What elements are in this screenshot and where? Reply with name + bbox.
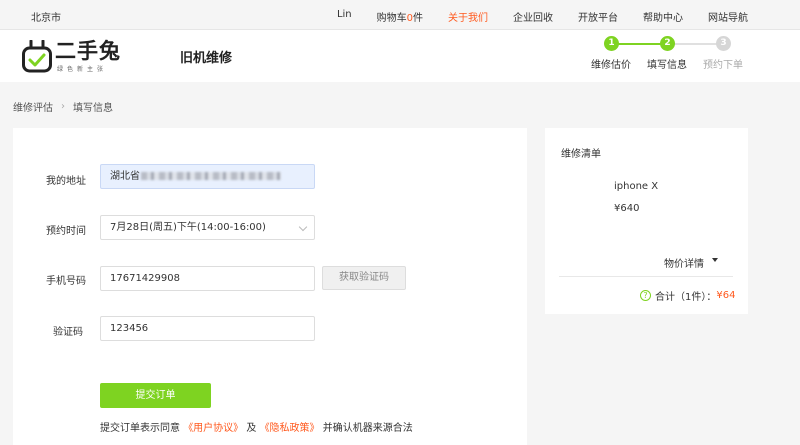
code-input[interactable]: 123456 (100, 316, 315, 341)
price-detail-toggle[interactable]: 物价详情 (664, 255, 704, 270)
chevron-down-icon (298, 222, 308, 232)
breadcrumb-fill-info: 填写信息 (73, 103, 113, 114)
step-3-circle: 3 (716, 36, 731, 51)
phone-label: 手机号码 (46, 276, 86, 287)
agreement-text: 提交订单表示同意 《用户协议》 及 《隐私政策》 并确认机器来源合法 (100, 419, 413, 434)
address-input[interactable]: 湖北省 (100, 164, 315, 189)
repair-list-panel: 维修清单 iphone X ¥640 物价详情 ? 合计（1件）： ¥64 (545, 128, 748, 314)
step-2-label: 填写信息 (647, 60, 687, 71)
time-value: 7月28日(周五)下午(14:00-16:00) (110, 222, 266, 233)
logo-text[interactable]: 二手兔 (55, 35, 121, 65)
top-links: Lin 购物车0件 关于我们 企业回收 开放平台 帮助中心 网站导航 (312, 9, 748, 24)
agreement-suffix: 并确认机器来源合法 (322, 423, 413, 434)
order-form: 我的地址 湖北省 预约时间 7月28日(周五)下午(14:00-16:00) 手… (13, 128, 527, 445)
redacted-address-detail (141, 172, 281, 180)
agreement-and: 及 (246, 423, 257, 434)
step-1-label: 维修估价 (591, 60, 631, 71)
help-link[interactable]: 帮助中心 (643, 9, 683, 24)
progress-steps: 1 2 3 维修估价 填写信息 预约下单 (590, 36, 750, 76)
about-link[interactable]: 关于我们 (448, 9, 488, 24)
breadcrumb-separator-icon: › (61, 101, 65, 112)
cart-unit: 件 (413, 13, 423, 24)
code-value: 123456 (110, 323, 149, 334)
header: 二手兔 绿色新主张 旧机维修 1 2 3 维修估价 填写信息 预约下单 (0, 30, 800, 82)
product-name: iphone X (614, 181, 659, 192)
step-2-circle: 2 (660, 36, 675, 51)
submit-order-button[interactable]: 提交订单 (100, 383, 211, 408)
step-3-label: 预约下单 (703, 60, 743, 71)
open-platform-link[interactable]: 开放平台 (578, 9, 618, 24)
site-nav-link[interactable]: 网站导航 (708, 9, 748, 24)
step-1-circle: 1 (604, 36, 619, 51)
get-code-button[interactable]: 获取验证码 (322, 266, 406, 290)
page-title: 旧机维修 (180, 51, 233, 66)
question-icon[interactable]: ? (640, 290, 651, 301)
breadcrumb-repair-evaluation[interactable]: 维修评估 (13, 99, 53, 114)
enterprise-link[interactable]: 企业回收 (513, 9, 553, 24)
address-value: 湖北省 (110, 171, 140, 182)
cart-label: 购物车 (376, 13, 407, 24)
caret-down-icon[interactable] (712, 258, 718, 262)
time-label: 预约时间 (46, 226, 86, 237)
product-price: ¥640 (614, 203, 640, 214)
cart-link[interactable]: 购物车0件 (377, 9, 423, 24)
code-label: 验证码 (53, 327, 83, 338)
order-total: ? 合计（1件）： ¥64 (640, 288, 735, 303)
repair-list-title: 维修清单 (561, 149, 601, 160)
divider (559, 276, 733, 277)
user-link[interactable]: Lin (337, 9, 352, 24)
time-select[interactable]: 7月28日(周五)下午(14:00-16:00) (100, 215, 315, 240)
step-line-2 (668, 43, 722, 45)
city-selector[interactable]: 北京市 (31, 9, 61, 24)
rabbit-logo-icon[interactable] (22, 40, 52, 73)
user-agreement-link[interactable]: 《用户协议》 (183, 423, 243, 434)
total-amount: ¥64 (716, 290, 736, 301)
breadcrumb: 维修评估 › 填写信息 (13, 99, 113, 114)
total-label: 合计（1件）： (655, 292, 717, 303)
phone-value: 17671429908 (110, 273, 180, 284)
logo-subtitle: 绿色新主张 (57, 66, 108, 73)
privacy-policy-link[interactable]: 《隐私政策》 (260, 423, 320, 434)
top-bar: 北京市 Lin 购物车0件 关于我们 企业回收 开放平台 帮助中心 网站导航 (0, 0, 800, 30)
agreement-prefix: 提交订单表示同意 (100, 423, 180, 434)
address-label: 我的地址 (46, 176, 86, 187)
step-line-1 (612, 43, 667, 45)
phone-input[interactable]: 17671429908 (100, 266, 315, 291)
